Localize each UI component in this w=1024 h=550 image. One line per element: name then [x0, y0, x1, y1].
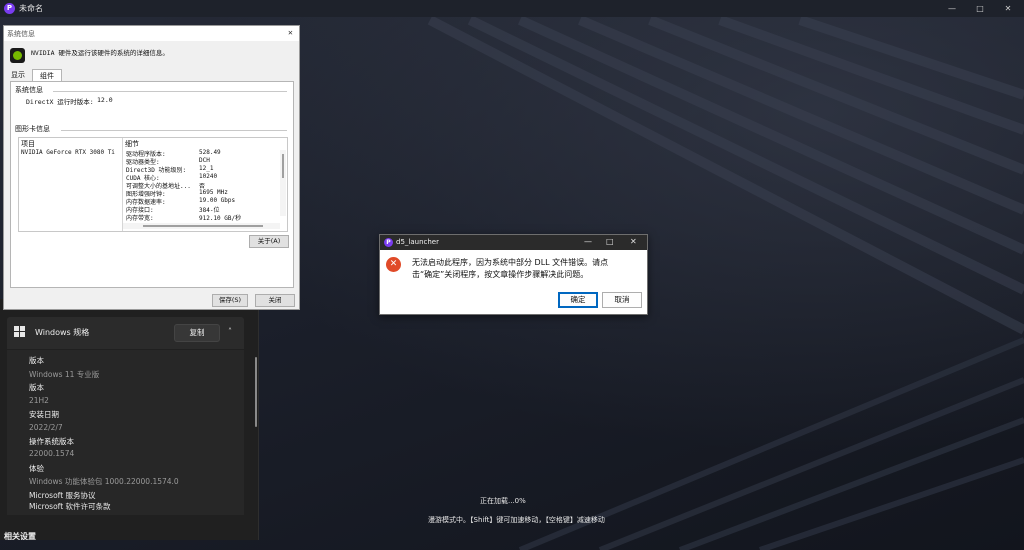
app-title: 未命名	[19, 4, 43, 13]
nvidia-logo-icon	[10, 48, 25, 63]
scrollbar[interactable]	[255, 357, 257, 427]
detail-value: 528.49	[199, 149, 221, 156]
sysinfo-close-icon[interactable]: ✕	[288, 28, 293, 37]
detail-value: 912.10 GB/秒	[199, 215, 242, 222]
gpu-list-item[interactable]: NVIDIA GeForce RTX 3080 Ti	[21, 149, 115, 156]
detail-value: 10240	[199, 173, 218, 180]
windows-logo-icon	[14, 326, 25, 337]
sysinfo-description: NVIDIA 硬件及运行该硬件的系统的详细信息。	[31, 49, 169, 57]
d5-launcher-logo-icon: P	[384, 238, 393, 247]
spec-label: 体验	[29, 464, 44, 473]
detail-value: 12_1	[199, 165, 214, 172]
sysinfo-tab-panel: 系统信息 DirectX 运行时版本: 12.0 图形卡信息 项目 细节 NVI…	[10, 81, 294, 288]
detail-value: 1695 MHz	[199, 189, 228, 196]
close-dialog-button[interactable]: 关闭	[255, 294, 295, 307]
windows-spec-title: Windows 规格	[35, 328, 90, 337]
detail-value: 19.00 Gbps	[199, 197, 236, 204]
system-info-group-label: 系统信息	[15, 86, 43, 94]
windows-spec-header[interactable]: Windows 规格 复制 ˄	[7, 317, 244, 349]
service-agreement-link[interactable]: Microsoft 服务协议	[29, 490, 96, 501]
error-dialog-titlebar: P d5_launcher — □ ✕	[380, 235, 647, 250]
maximize-button[interactable]: □	[966, 0, 994, 17]
spec-value: 22000.1574	[29, 449, 75, 458]
navigation-hint: 漫游模式中。【Shift】键可加速移动，【空格键】减速移动	[428, 516, 605, 524]
directx-value: 12.0	[97, 96, 113, 104]
about-button[interactable]: 关于(A)	[249, 235, 289, 248]
license-terms-link[interactable]: Microsoft 软件许可条款	[29, 501, 111, 512]
error-message-line-2: 击“确定”关闭程序，按文章操作步骤解决此问题。	[412, 270, 589, 279]
group-divider	[53, 91, 287, 92]
d5-logo-icon: P	[4, 3, 15, 14]
error-icon: ✕	[386, 257, 401, 272]
error-maximize-button[interactable]: □	[606, 237, 614, 246]
loading-status: 正在加载...0%	[480, 497, 526, 505]
save-button[interactable]: 保存(S)	[212, 294, 248, 307]
app-titlebar: P 未命名 — □ ✕	[0, 0, 1024, 17]
graphics-card-group-label: 图形卡信息	[15, 125, 50, 133]
directx-label: DirectX 运行时版本:	[26, 98, 94, 106]
detail-key: 内存带宽:	[126, 215, 154, 222]
detail-horizontal-scrollbar[interactable]	[123, 223, 280, 229]
sysinfo-title: 系统信息	[7, 30, 35, 38]
spec-value: Windows 功能体验包 1000.22000.1574.0	[29, 477, 179, 486]
ok-button[interactable]: 确定	[558, 292, 598, 308]
detail-value: DCH	[199, 157, 210, 164]
error-close-button[interactable]: ✕	[630, 237, 637, 246]
error-dialog-title: d5_launcher	[396, 238, 439, 246]
chevron-up-icon[interactable]: ˄	[228, 327, 232, 336]
spec-label: 版本	[29, 383, 44, 392]
spec-value: 2022/2/7	[29, 423, 63, 432]
windows-settings-panel: Windows 规格 复制 ˄ 版本 Windows 11 专业版 版本 21H…	[0, 299, 259, 540]
cancel-button[interactable]: 取消	[602, 292, 642, 308]
sysinfo-titlebar: 系统信息 ✕	[4, 26, 299, 41]
spec-value: 21H2	[29, 396, 49, 405]
related-settings-title: 相关设置	[4, 532, 36, 540]
close-button[interactable]: ✕	[994, 0, 1022, 17]
d5-launcher-error-dialog: P d5_launcher — □ ✕ ✕ 无法启动此程序，因为系统中部分 DL…	[379, 234, 648, 315]
error-message-line-1: 无法启动此程序，因为系统中部分 DLL 文件错误。请点	[412, 258, 609, 267]
spec-label: 操作系统版本	[29, 437, 74, 446]
group-divider	[61, 130, 287, 131]
tab-display[interactable]: 显示	[11, 69, 31, 81]
minimize-button[interactable]: —	[938, 0, 966, 17]
graphics-card-table: 项目 细节 NVIDIA GeForce RTX 3080 Ti 驱动程序版本:…	[18, 137, 288, 232]
copy-button[interactable]: 复制	[174, 324, 220, 342]
column-header-detail: 细节	[125, 140, 139, 148]
spec-label: 安装日期	[29, 410, 59, 419]
error-minimize-button[interactable]: —	[584, 237, 592, 246]
column-divider	[122, 138, 123, 231]
nvidia-system-info-dialog: 系统信息 ✕ NVIDIA 硬件及运行该硬件的系统的详细信息。 显示 组件 系统…	[3, 25, 300, 310]
detail-vertical-scrollbar[interactable]	[280, 150, 286, 216]
column-header-item: 项目	[21, 140, 35, 148]
spec-value: Windows 11 专业版	[29, 370, 100, 379]
spec-label: 版本	[29, 356, 44, 365]
